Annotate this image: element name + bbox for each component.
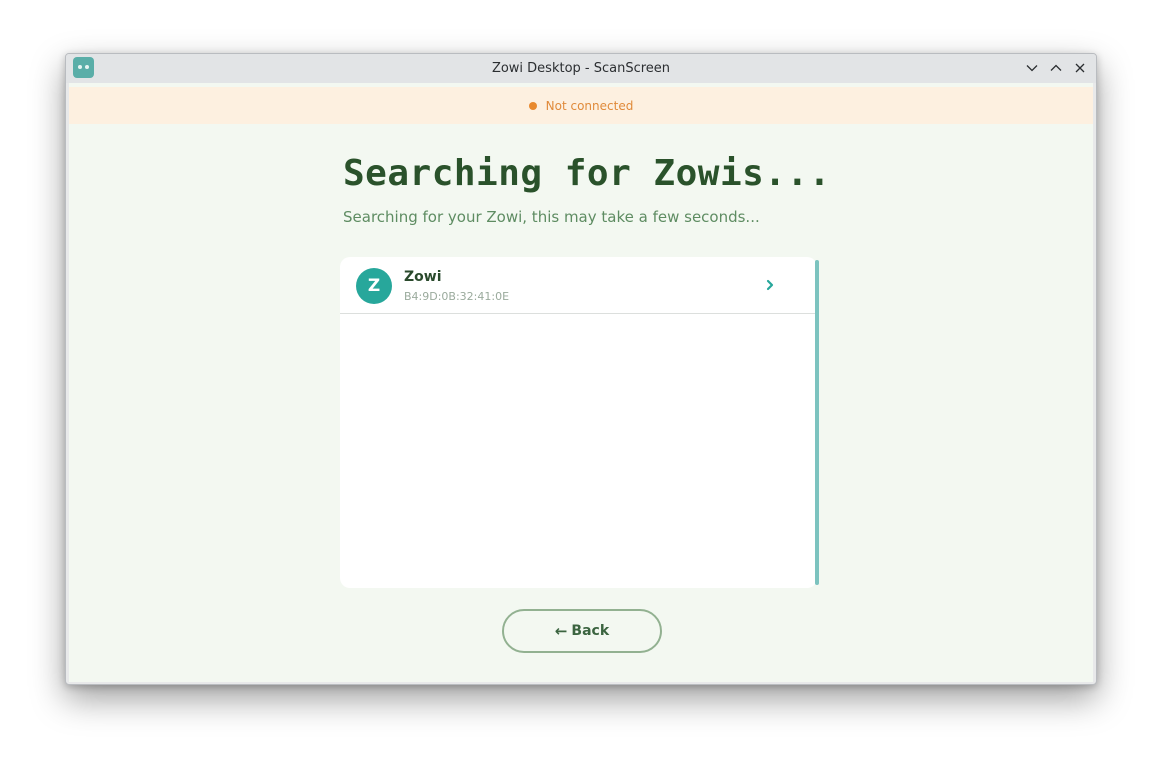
connection-status-bar: Not connected [69, 87, 1093, 124]
chevron-down-icon [1026, 65, 1038, 72]
device-avatar: Z [356, 268, 392, 304]
arrow-left-icon: ← [554, 622, 568, 640]
close-button[interactable] [1070, 58, 1090, 78]
chevron-right-icon [763, 278, 777, 292]
back-button[interactable]: ← Back [502, 609, 662, 653]
page-subtitle: Searching for your Zowi, this may take a… [343, 208, 760, 226]
zowi-eye-left [78, 65, 82, 69]
back-button-label: Back [571, 623, 610, 639]
window-title: Zowi Desktop - ScanScreen [491, 61, 671, 76]
zowi-app-icon [73, 57, 94, 78]
title-bar[interactable]: Zowi Desktop - ScanScreen [66, 54, 1096, 83]
maximize-button[interactable] [1046, 58, 1066, 78]
status-dot-icon [528, 101, 537, 110]
minimize-button[interactable] [1022, 58, 1042, 78]
close-icon [1075, 63, 1085, 73]
connection-status-text: Not connected [545, 98, 634, 113]
page-title: Searching for Zowis... [343, 153, 831, 194]
device-list: Z Zowi B4:9D:0B:32:41:0E [340, 257, 817, 588]
device-list-scrollbar[interactable] [815, 260, 819, 585]
scan-screen: Not connected Searching for Zowis... Sea… [69, 83, 1093, 682]
app-window: Zowi Desktop - ScanScreen Not connected … [65, 53, 1097, 685]
device-address: B4:9D:0B:32:41:0E [404, 290, 510, 303]
window-controls [1022, 58, 1090, 78]
zowi-eye-right [85, 65, 89, 69]
device-name: Zowi [404, 269, 442, 285]
chevron-up-icon [1050, 64, 1062, 71]
device-list-item[interactable]: Z Zowi B4:9D:0B:32:41:0E [340, 257, 817, 314]
